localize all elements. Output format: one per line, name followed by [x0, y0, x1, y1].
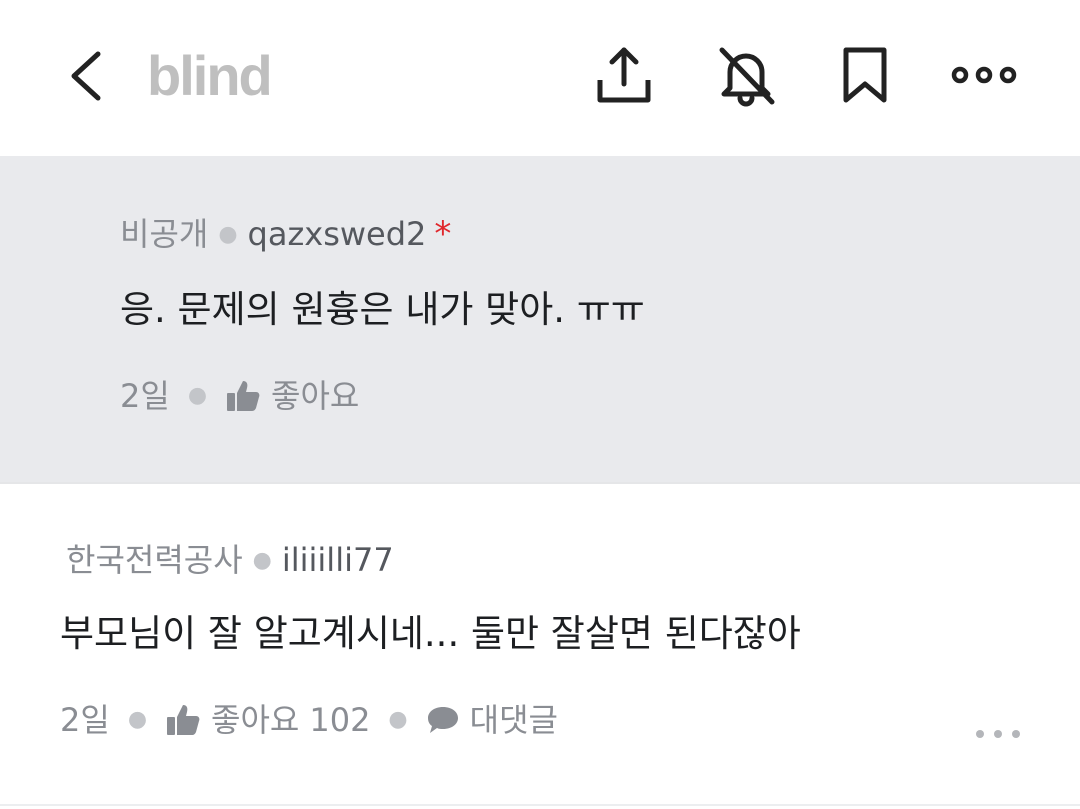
separator-dot: ●: [218, 222, 238, 247]
comment-reply-label: 대댓글: [469, 701, 558, 739]
divider: [0, 804, 1080, 806]
reply-company: 비공개: [120, 215, 209, 253]
reply-text: 응. 문제의 원흉은 내가 맞아. ㅠㅠ: [120, 288, 645, 331]
notification-off-icon: [719, 47, 775, 107]
comment-actions: 2일 ● 좋아요 102 ● 대댓글: [60, 700, 558, 740]
speech-bubble-icon: [427, 707, 458, 733]
separator-dot: ●: [187, 383, 208, 408]
author-mark: *: [434, 214, 452, 254]
thumbs-up-icon: [227, 381, 260, 411]
bookmark-button[interactable]: [830, 40, 900, 110]
notification-toggle[interactable]: [710, 40, 780, 110]
comment-text: 부모님이 잘 알고계시네... 둘만 잘살면 된다잖아: [60, 612, 801, 655]
separator-dot: ●: [252, 548, 272, 573]
thumbs-up-icon: [167, 705, 200, 735]
comment-reply-button[interactable]: 대댓글: [426, 700, 558, 740]
reply-nickname[interactable]: qazxswed2: [248, 215, 427, 253]
comment-company: 한국전력공사: [66, 541, 243, 579]
comment-meta: 한국전력공사 ● iliiilli77: [66, 540, 394, 581]
comment-more-button[interactable]: [968, 712, 1028, 756]
comment-like-button[interactable]: 좋아요 102: [165, 700, 370, 740]
reply-item: 비공개 ● qazxswed2 * 응. 문제의 원흉은 내가 맞아. ㅠㅠ 2일 ●…: [0, 156, 1080, 482]
comment-nickname[interactable]: iliiilli77: [282, 541, 394, 579]
divider: [0, 482, 1080, 484]
reply-time: 2일: [120, 377, 170, 415]
reply-actions: 2일 ● 좋아요: [120, 376, 359, 416]
back-button[interactable]: [60, 40, 120, 112]
comment-like-label: 좋아요: [211, 701, 300, 739]
top-bar: blind: [0, 0, 1080, 156]
separator-dot: ●: [388, 707, 408, 732]
app-logo: blind: [147, 44, 273, 107]
back-icon: [71, 51, 101, 101]
more-icon: [951, 66, 1017, 84]
more-button[interactable]: [946, 40, 1017, 110]
more-icon: [976, 730, 1020, 738]
separator-dot: ●: [127, 707, 148, 732]
bookmark-icon: [843, 47, 887, 103]
share-icon: [597, 47, 651, 103]
comment-like-count: 102: [309, 701, 371, 739]
reply-meta: 비공개 ● qazxswed2 *: [120, 214, 451, 255]
reply-like-button[interactable]: 좋아요: [225, 376, 359, 416]
comment-time: 2일: [60, 701, 110, 739]
share-button[interactable]: [588, 40, 658, 110]
reply-like-label: 좋아요: [271, 377, 360, 415]
